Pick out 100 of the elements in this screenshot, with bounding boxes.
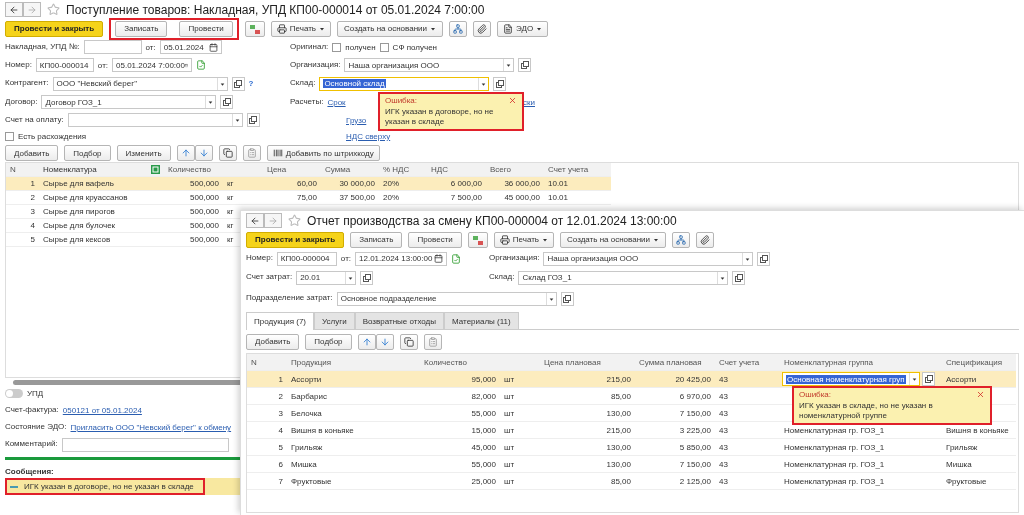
close-icon[interactable]	[976, 390, 985, 399]
move-up-button[interactable]	[176, 145, 195, 161]
checkbox[interactable]	[332, 42, 342, 52]
column-header[interactable]: Продукция	[287, 354, 420, 371]
back-button[interactable]	[246, 213, 264, 228]
paste-button[interactable]	[423, 333, 442, 350]
move-up-button[interactable]	[357, 333, 376, 350]
toolbar-button[interactable]: Провести	[408, 231, 462, 248]
structure-button[interactable]	[672, 231, 690, 248]
invoice-link[interactable]: 050121 от 05.01.2024	[62, 405, 142, 415]
message-item[interactable]: ИГК указан в договоре, но не указан в складе	[5, 478, 205, 495]
checkbox[interactable]	[5, 132, 14, 141]
tab[interactable]: Материалы (11)	[444, 312, 519, 329]
select-field[interactable]: 20.01	[296, 270, 357, 285]
caret-icon[interactable]	[545, 292, 556, 305]
date-field[interactable]: 05.01.2024 7:00:00	[112, 58, 193, 72]
open-button[interactable]	[732, 270, 746, 285]
date-field[interactable]: 12.01.2024 13:00:00	[355, 251, 448, 266]
checkbox[interactable]	[379, 42, 389, 52]
column-header[interactable]: Количество	[420, 354, 540, 371]
column-header[interactable]: НДС	[427, 163, 486, 177]
vat-link[interactable]: НДС сверху	[346, 132, 391, 141]
document-check-icon[interactable]	[451, 253, 462, 264]
tab[interactable]: Услуги	[314, 312, 355, 329]
calendar-icon[interactable]	[208, 42, 218, 52]
toolbar-button[interactable]: Добавить	[5, 145, 59, 161]
select-field[interactable]: Склад ГОЗ_1	[518, 270, 729, 285]
open-button[interactable]	[220, 95, 234, 109]
move-down-button[interactable]	[194, 145, 213, 161]
open-button[interactable]	[560, 291, 574, 306]
open-button[interactable]	[231, 76, 245, 91]
cell-editor-field[interactable]: Основная номенклатурная груп	[782, 372, 920, 386]
toolbar-button[interactable]: Подбор	[305, 333, 352, 350]
post-close-button[interactable]: Провести и закрыть	[5, 20, 104, 37]
forward-button[interactable]	[264, 213, 282, 228]
column-header[interactable]: % НДС	[379, 163, 427, 177]
structure-button[interactable]	[449, 20, 467, 37]
debit-credit-button[interactable]	[244, 20, 265, 37]
column-header[interactable]: Цена	[263, 163, 321, 177]
number-field[interactable]: КП00-000014	[35, 58, 94, 72]
copy-button[interactable]	[218, 145, 237, 161]
select-field[interactable]: Договор ГОЗ_1	[41, 95, 217, 109]
number-field[interactable]: КП00-000004	[276, 251, 337, 266]
close-icon[interactable]	[508, 96, 517, 105]
column-header[interactable]: Количество	[164, 163, 263, 177]
tab[interactable]: Продукция (7)	[246, 312, 315, 330]
open-button[interactable]	[360, 270, 374, 285]
toolbar-button[interactable]: Записать	[115, 20, 168, 37]
select-field[interactable]	[67, 113, 243, 127]
column-header[interactable]: Всего	[486, 163, 544, 177]
tab[interactable]: Возвратные отходы	[354, 312, 445, 329]
select-field[interactable]: Наша организация ООО	[344, 58, 515, 72]
select-field[interactable]: ООО "Невский берег"	[52, 76, 228, 91]
document-check-icon[interactable]	[196, 60, 207, 70]
forward-button[interactable]	[23, 2, 41, 17]
toolbar-button[interactable]: Провести	[179, 20, 233, 37]
comment-field[interactable]	[61, 437, 229, 452]
open-button[interactable]	[922, 372, 935, 386]
post-close-button[interactable]: Провести и закрыть	[246, 231, 345, 248]
copy-button[interactable]	[399, 333, 418, 350]
paste-button[interactable]	[242, 145, 261, 161]
column-header[interactable]: N	[247, 354, 287, 371]
column-header[interactable]: Сумма плановая	[635, 354, 715, 371]
toolbar-button[interactable]: Записать	[350, 231, 403, 248]
debit-credit-button[interactable]	[467, 231, 488, 248]
toolbar-button[interactable]: Подбор	[64, 145, 111, 161]
calendar-icon[interactable]	[434, 254, 444, 263]
attach-button[interactable]	[696, 231, 714, 248]
column-header[interactable]: Номенклатурная группа	[780, 354, 942, 371]
column-header[interactable]: Счет учета	[544, 163, 611, 177]
caret-icon[interactable]	[216, 77, 227, 90]
open-button[interactable]	[518, 58, 532, 72]
column-header[interactable]: Спецификация	[942, 354, 1016, 371]
date-field[interactable]: 05.01.2024	[159, 40, 222, 54]
input-field[interactable]	[83, 40, 142, 54]
column-header[interactable]: N	[6, 163, 39, 177]
star-icon[interactable]	[288, 214, 301, 227]
open-button[interactable]	[757, 251, 771, 266]
toolbar-button[interactable]: Добавить	[246, 333, 300, 350]
create-based-button[interactable]: Создать на основании	[560, 231, 666, 248]
column-header[interactable]: Цена плановая	[540, 354, 635, 371]
select-field[interactable]: Наша организация ООО	[543, 251, 754, 266]
column-header[interactable]: Сумма	[321, 163, 379, 177]
caret-icon[interactable]	[231, 114, 242, 126]
scrollbar[interactable]	[13, 380, 243, 385]
open-button[interactable]	[246, 113, 260, 127]
toggle-switch[interactable]	[5, 388, 23, 398]
create-based-button[interactable]: Создать на основании	[337, 20, 443, 37]
open-button[interactable]	[493, 76, 507, 91]
attach-button[interactable]	[473, 20, 491, 37]
caret-icon[interactable]	[909, 373, 919, 385]
edo-button[interactable]: ЭДО	[497, 20, 549, 37]
terms-link[interactable]: Срок	[327, 97, 346, 107]
shipper-link[interactable]: Грузо	[346, 115, 367, 125]
print-button[interactable]: Печать	[270, 20, 331, 37]
barcode-button[interactable]: Добавить по штрихкоду	[266, 145, 380, 161]
edo-link[interactable]: Пригласить ООО "Невский берег" к обмену	[70, 423, 232, 432]
move-down-button[interactable]	[375, 333, 394, 350]
select-field[interactable]: Основное подразделение	[336, 291, 557, 306]
column-header[interactable]: Счет учета	[715, 354, 780, 371]
